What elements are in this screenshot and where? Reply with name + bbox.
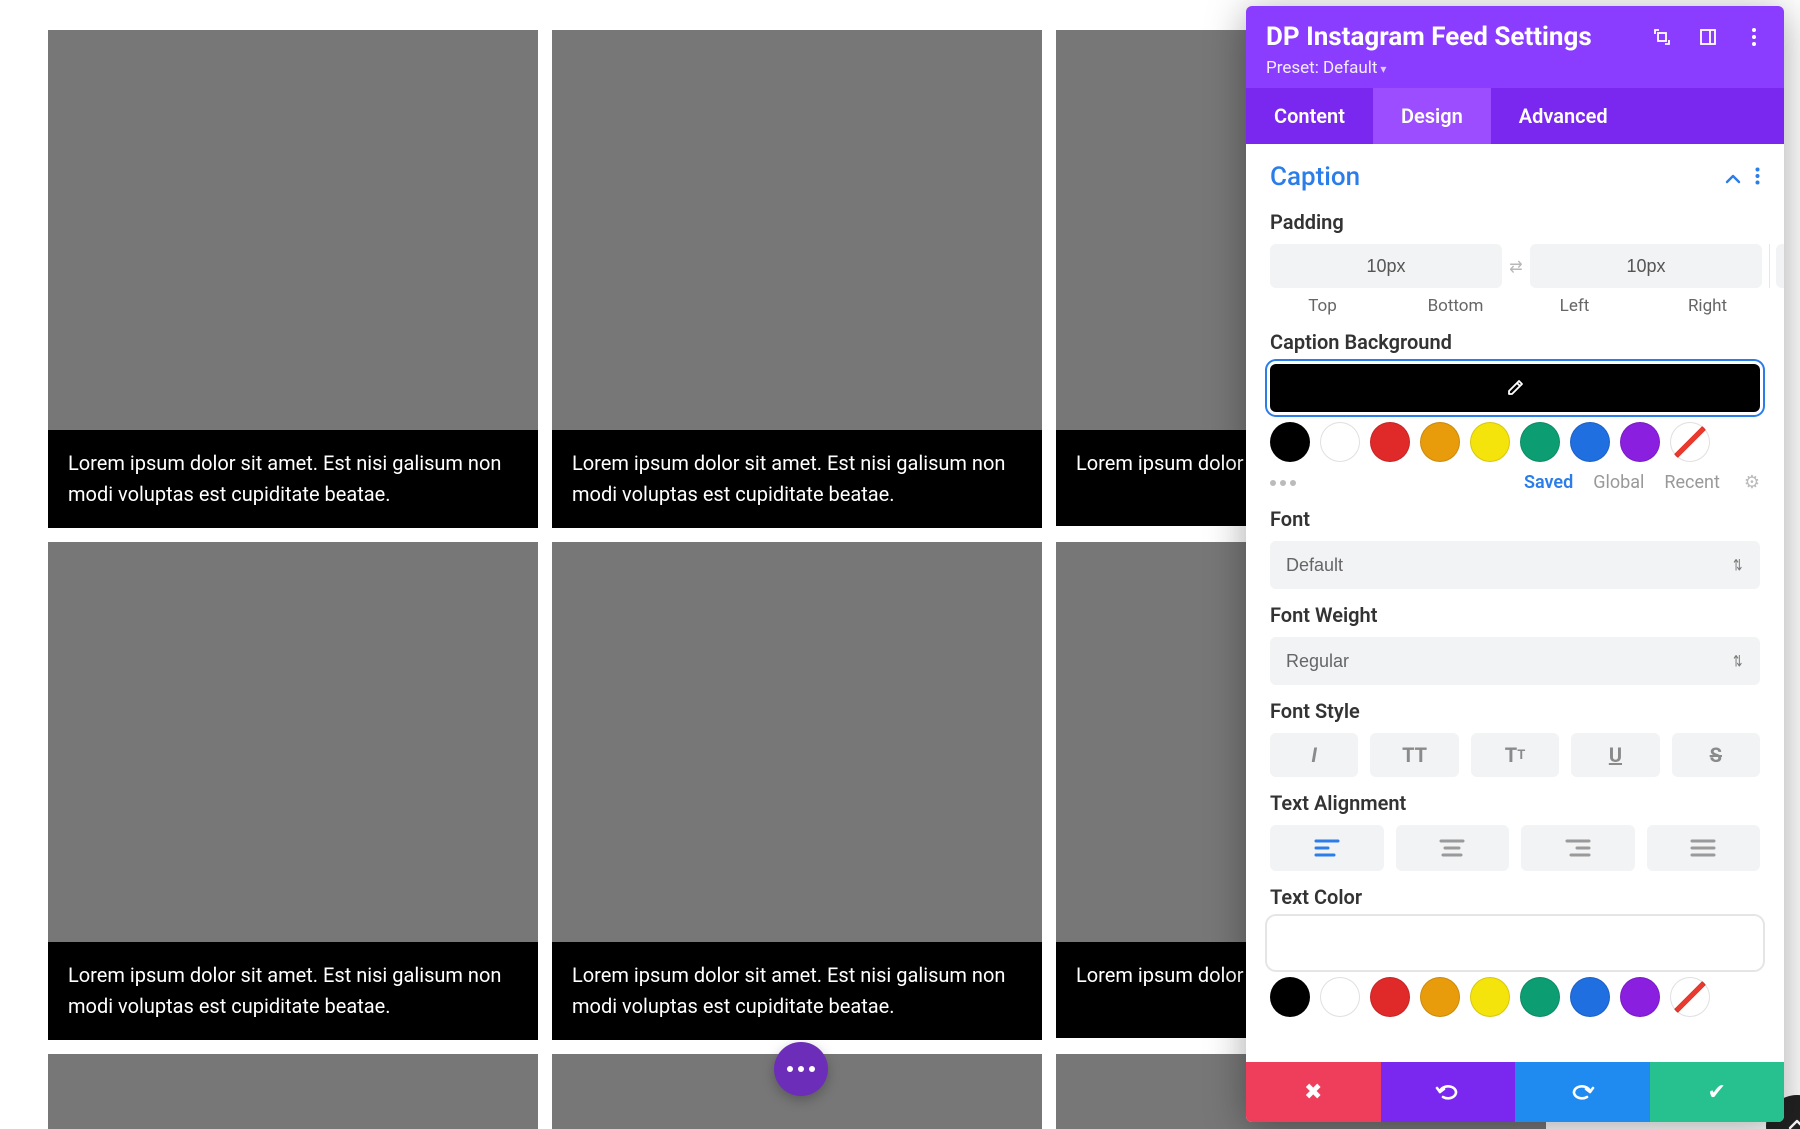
feed-image bbox=[48, 30, 538, 430]
gear-icon[interactable]: ⚙ bbox=[1744, 472, 1760, 493]
padding-label: Padding bbox=[1270, 210, 1760, 234]
padding-top-sub: Top bbox=[1270, 296, 1375, 316]
color-swatch[interactable] bbox=[1320, 977, 1360, 1017]
settings-panel: DP Instagram Feed Settings Preset: Defau… bbox=[1246, 6, 1784, 1122]
undo-button[interactable] bbox=[1381, 1062, 1516, 1122]
panel-title: DP Instagram Feed Settings bbox=[1266, 22, 1592, 52]
feed-card[interactable]: Lorem ipsum dolor sit amet. Est nisi gal… bbox=[552, 30, 1042, 528]
underline-button[interactable]: U bbox=[1571, 733, 1659, 777]
feed-card[interactable] bbox=[48, 1054, 538, 1129]
color-swatch[interactable] bbox=[1570, 977, 1610, 1017]
panel-footer: ✖ ✔ bbox=[1246, 1062, 1784, 1122]
preset-dropdown[interactable]: Preset: Default bbox=[1266, 58, 1764, 78]
cancel-button[interactable]: ✖ bbox=[1246, 1062, 1381, 1122]
uppercase-button[interactable]: TT bbox=[1370, 733, 1458, 777]
feed-image bbox=[552, 542, 1042, 942]
color-swatch[interactable] bbox=[1620, 977, 1660, 1017]
padding-right-sub: Right bbox=[1655, 296, 1760, 316]
panel-header: DP Instagram Feed Settings Preset: Defau… bbox=[1246, 6, 1784, 88]
colors-tab-recent[interactable]: Recent bbox=[1664, 472, 1719, 493]
smallcaps-button[interactable]: TT bbox=[1471, 733, 1559, 777]
feed-image bbox=[552, 30, 1042, 430]
kebab-icon[interactable] bbox=[1755, 162, 1760, 192]
feed-image bbox=[48, 542, 538, 942]
text-color-label: Text Color bbox=[1270, 885, 1760, 909]
save-button[interactable]: ✔ bbox=[1650, 1062, 1785, 1122]
swatch-none[interactable] bbox=[1670, 977, 1710, 1017]
color-swatch[interactable] bbox=[1370, 422, 1410, 462]
padding-bottom-input[interactable] bbox=[1530, 244, 1762, 288]
panel-tabs: Content Design Advanced bbox=[1246, 88, 1784, 144]
feed-caption: Lorem ipsum dolor sit amet. Est nisi gal… bbox=[48, 430, 538, 528]
font-select[interactable] bbox=[1270, 541, 1760, 589]
feed-image bbox=[48, 1054, 538, 1129]
caption-bg-swatches bbox=[1270, 364, 1760, 462]
feed-card[interactable]: Lorem ipsum dolor sit amet. Est nisi gal… bbox=[48, 542, 538, 1040]
swatch-none[interactable] bbox=[1670, 422, 1710, 462]
color-swatch[interactable] bbox=[1520, 977, 1560, 1017]
tab-advanced[interactable]: Advanced bbox=[1491, 88, 1636, 144]
kebab-icon[interactable] bbox=[1744, 27, 1764, 47]
italic-button[interactable]: I bbox=[1270, 733, 1358, 777]
section-caption[interactable]: Caption bbox=[1270, 162, 1760, 192]
padding-left-input[interactable] bbox=[1776, 244, 1784, 288]
font-weight-label: Font Weight bbox=[1270, 603, 1760, 627]
feed-caption: Lorem ipsum dolor sit amet. Est nisi gal… bbox=[48, 942, 538, 1040]
align-justify-button[interactable] bbox=[1647, 825, 1761, 871]
color-swatch[interactable] bbox=[1370, 977, 1410, 1017]
colors-tab-global[interactable]: Global bbox=[1593, 472, 1644, 493]
tab-content[interactable]: Content bbox=[1246, 88, 1373, 144]
eyedropper-icon bbox=[1270, 919, 1760, 967]
section-title: Caption bbox=[1270, 162, 1360, 192]
tab-design[interactable]: Design bbox=[1373, 88, 1491, 144]
align-right-button[interactable] bbox=[1521, 825, 1635, 871]
more-dots-icon[interactable] bbox=[1270, 480, 1296, 486]
swatch-picker[interactable] bbox=[1270, 919, 1760, 967]
font-weight-select[interactable] bbox=[1270, 637, 1760, 685]
divider bbox=[1769, 244, 1770, 288]
font-label: Font bbox=[1270, 507, 1760, 531]
padding-top-input[interactable] bbox=[1270, 244, 1502, 288]
strikethrough-button[interactable]: S bbox=[1672, 733, 1760, 777]
color-swatch[interactable] bbox=[1620, 422, 1660, 462]
dock-icon[interactable] bbox=[1698, 27, 1718, 47]
colors-tab-saved[interactable]: Saved bbox=[1524, 472, 1573, 493]
redo-button[interactable] bbox=[1515, 1062, 1650, 1122]
font-style-label: Font Style bbox=[1270, 699, 1760, 723]
link-icon[interactable]: ⇄ bbox=[1502, 257, 1530, 276]
align-center-button[interactable] bbox=[1396, 825, 1510, 871]
color-swatch[interactable] bbox=[1320, 422, 1360, 462]
color-swatch[interactable] bbox=[1470, 422, 1510, 462]
feed-caption: Lorem ipsum dolor sit amet. Est nisi gal… bbox=[552, 430, 1042, 528]
module-actions-fab[interactable] bbox=[774, 1042, 828, 1096]
color-swatch[interactable] bbox=[1520, 422, 1560, 462]
color-swatch[interactable] bbox=[1420, 977, 1460, 1017]
padding-bottom-sub: Bottom bbox=[1403, 296, 1508, 316]
text-align-label: Text Alignment bbox=[1270, 791, 1760, 815]
color-swatch[interactable] bbox=[1270, 977, 1310, 1017]
color-swatch[interactable] bbox=[1270, 422, 1310, 462]
color-swatch[interactable] bbox=[1420, 422, 1460, 462]
expand-icon[interactable] bbox=[1652, 27, 1672, 47]
caption-bg-label: Caption Background bbox=[1270, 330, 1760, 354]
align-left-button[interactable] bbox=[1270, 825, 1384, 871]
chevron-up-icon[interactable] bbox=[1725, 162, 1741, 192]
feed-card[interactable]: Lorem ipsum dolor sit amet. Est nisi gal… bbox=[552, 542, 1042, 1040]
text-color-swatches bbox=[1270, 919, 1760, 1017]
padding-left-sub: Left bbox=[1522, 296, 1627, 316]
eyedropper-icon bbox=[1270, 364, 1760, 412]
feed-card[interactable]: Lorem ipsum dolor sit amet. Est nisi gal… bbox=[48, 30, 538, 528]
panel-body[interactable]: Caption Padding ⇄ ⇄ Top Bottom Le bbox=[1246, 144, 1784, 1122]
color-swatch[interactable] bbox=[1570, 422, 1610, 462]
color-swatch[interactable] bbox=[1470, 977, 1510, 1017]
swatch-picker[interactable] bbox=[1270, 364, 1760, 412]
feed-caption: Lorem ipsum dolor sit amet. Est nisi gal… bbox=[552, 942, 1042, 1040]
